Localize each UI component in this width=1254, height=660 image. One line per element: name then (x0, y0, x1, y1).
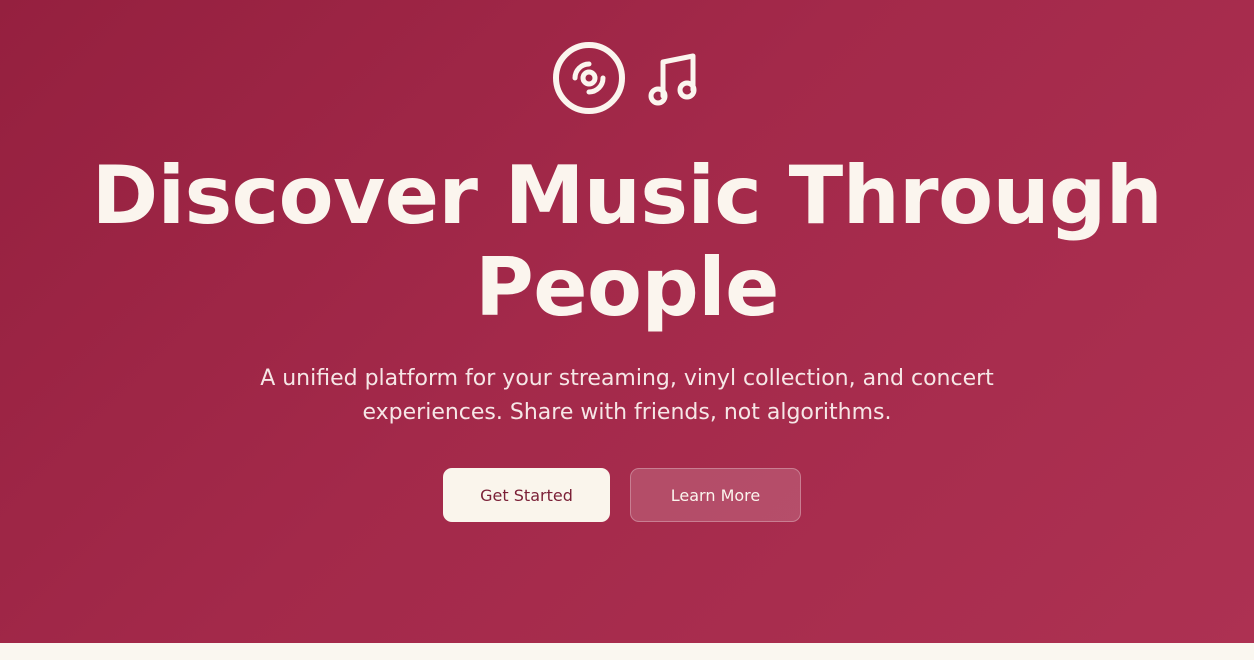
disc-icon (551, 40, 627, 116)
hero-title-line2: People (475, 241, 779, 334)
hero-section: Discover Music Through People A unified … (0, 0, 1254, 643)
hero-subtitle: A unified platform for your streaming, v… (260, 366, 994, 425)
learn-more-button[interactable]: Learn More (630, 468, 801, 522)
hero-title-line1: Discover Music Through (91, 149, 1163, 242)
hero-title: Discover Music Through People (60, 150, 1194, 334)
hero-icons (0, 40, 1254, 116)
get-started-button[interactable]: Get Started (443, 468, 610, 522)
music-note-icon (647, 50, 703, 106)
next-section-edge (0, 643, 1254, 660)
